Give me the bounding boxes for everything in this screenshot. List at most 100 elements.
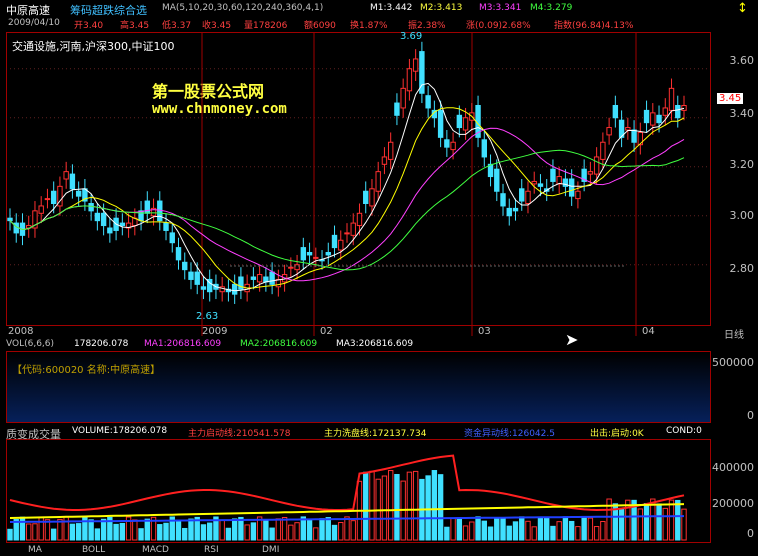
candle-body — [425, 95, 431, 109]
candle-body — [338, 239, 344, 251]
vol-ma2: MA2:206816.609 — [240, 339, 318, 349]
ind-main-wash: 主力洗盘线:172137.734 — [324, 429, 427, 439]
vol-title[interactable]: VOL(6,6,6) — [6, 339, 54, 349]
candle-body — [188, 271, 194, 280]
candle-body — [444, 139, 450, 148]
candle-body — [144, 200, 150, 214]
candle-body — [681, 105, 687, 111]
candle-body — [625, 127, 631, 131]
candle-body — [519, 188, 525, 202]
candle-body — [313, 256, 319, 259]
candle-body — [593, 156, 600, 175]
time-label: 2008 — [8, 326, 34, 337]
current-price-marker: 3.45 — [717, 93, 744, 104]
candle-body — [500, 193, 506, 207]
candle-body — [675, 105, 681, 119]
ind-tick: 200000 — [712, 497, 754, 510]
price-tick: 3.20 — [729, 158, 755, 171]
time-label: 02 — [320, 326, 333, 337]
indicator-axis: 400000 200000 0 — [711, 439, 758, 543]
candle-body — [231, 283, 238, 295]
candle-body — [288, 266, 294, 269]
candle-body — [119, 222, 126, 227]
low-annotation: 2.63 — [196, 311, 219, 322]
candle-body — [175, 247, 182, 261]
candle-body — [537, 183, 544, 187]
candle-body — [643, 109, 650, 124]
volume-axis: 500000 0 — [711, 351, 758, 423]
tab-boll[interactable]: BOLL — [82, 545, 105, 555]
candle-body — [531, 180, 537, 185]
candle-body — [69, 173, 76, 190]
ind-main-start: 主力启动线:210541.578 — [188, 429, 291, 439]
candle-body — [107, 227, 113, 234]
ind-tick: 400000 — [712, 461, 754, 474]
candle-body — [88, 203, 94, 212]
price-tick: 3.60 — [729, 54, 755, 67]
candle-body — [7, 217, 13, 222]
candle-body — [406, 68, 413, 92]
candle-body — [494, 168, 500, 192]
tab-ma[interactable]: MA — [28, 545, 42, 555]
candle-body — [506, 207, 512, 217]
time-label: 2009 — [202, 326, 228, 337]
ind-volume: VOLUME:178206.078 — [72, 426, 168, 436]
candle-body — [194, 271, 200, 285]
candle-body — [50, 190, 57, 204]
candle-body — [606, 127, 612, 136]
candle-body — [650, 112, 656, 126]
candle-body — [412, 58, 419, 72]
ma30-line — [9, 149, 685, 271]
candle-body — [63, 171, 69, 180]
time-label: 04 — [642, 326, 655, 337]
mouse-cursor-icon: ➤ — [565, 330, 579, 349]
candle-body — [269, 271, 275, 285]
candle-body — [575, 190, 581, 200]
vol-ma3: MA3:206816.609 — [336, 339, 414, 349]
candle-body — [250, 276, 257, 280]
vol-ma1: MA1:206816.609 — [144, 339, 222, 349]
candle-body — [169, 232, 175, 244]
indicator-tabs: MA BOLL MACD RSI DMI — [0, 545, 758, 556]
candle-body — [394, 102, 400, 116]
candle-body — [556, 176, 562, 185]
candle-body — [668, 87, 675, 111]
candle-body — [656, 114, 662, 124]
tab-dmi[interactable]: DMI — [262, 545, 279, 555]
candle-body — [631, 129, 637, 143]
candle-body — [525, 190, 531, 204]
price-tick: 3.00 — [729, 209, 755, 222]
indicator-panel[interactable] — [6, 439, 711, 543]
candle-body — [387, 141, 394, 160]
candle-body — [481, 139, 487, 158]
price-axis: 3.60 3.40 3.20 3.00 2.80 3.45 — [711, 32, 758, 326]
candle-body — [200, 286, 207, 290]
price-tick: 2.80 — [729, 262, 755, 275]
candle-body — [363, 190, 369, 204]
vol-tick: 500000 — [712, 356, 754, 369]
candle-body — [462, 117, 469, 131]
candle-body — [568, 178, 575, 197]
time-label: 03 — [478, 326, 491, 337]
volume-header: VOL(6,6,6) 178206.078 MA1:206816.609 MA2… — [6, 339, 711, 351]
candle-body — [38, 205, 44, 214]
indicator-header: 质变成交量 VOLUME:178206.078 主力启动线:210541.578… — [6, 426, 711, 441]
ind-signal: 出击:启动:0K — [590, 429, 644, 439]
cycle-label[interactable]: 日线 — [724, 326, 744, 341]
ind-tick: 0 — [747, 527, 754, 540]
tab-macd[interactable]: MACD — [142, 545, 169, 555]
candle-body — [350, 222, 356, 236]
candle-body — [400, 87, 406, 109]
candle-body — [256, 274, 263, 283]
ind-fund-flow: 资金异动线:126042.5 — [464, 429, 555, 439]
candle-body — [138, 210, 144, 222]
candle-body — [587, 171, 594, 175]
candle-body — [381, 156, 388, 165]
candle-body — [94, 212, 101, 222]
candle-body — [344, 232, 350, 235]
high-annotation: 3.69 — [400, 31, 423, 42]
tab-rsi[interactable]: RSI — [204, 545, 219, 555]
vol-value: 178206.078 — [74, 339, 129, 349]
candle-body — [375, 171, 381, 192]
time-axis: 2008 2009 02 03 04 日线 — [6, 326, 758, 341]
